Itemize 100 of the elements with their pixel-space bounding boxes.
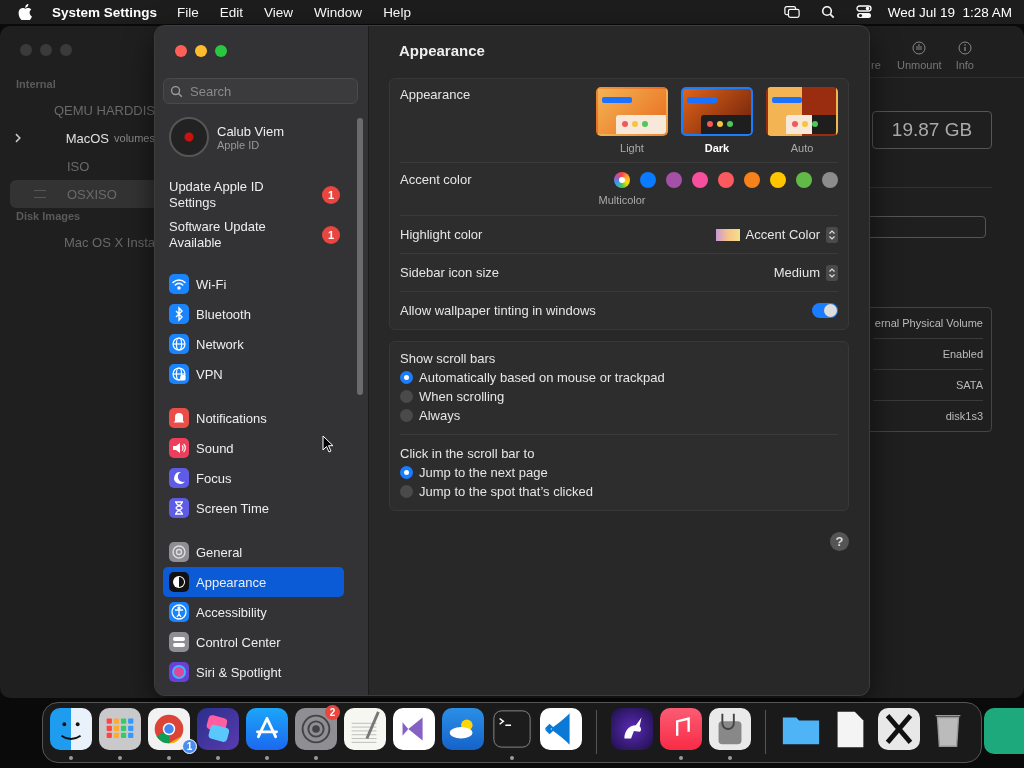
progress-badge: 1 bbox=[182, 739, 197, 754]
appearance-option[interactable] bbox=[766, 87, 838, 136]
terminal-icon[interactable] bbox=[491, 708, 533, 750]
accent-name: Multicolor bbox=[598, 194, 646, 206]
app-store-icon[interactable] bbox=[246, 708, 288, 750]
popup-button[interactable]: Accent Color bbox=[745, 227, 820, 242]
app-grid-icon[interactable] bbox=[99, 708, 141, 750]
volume-item[interactable]: MacOS volumes bbox=[10, 124, 155, 152]
color-swatch[interactable] bbox=[692, 172, 708, 188]
code-icon[interactable] bbox=[540, 708, 582, 750]
layers-icon[interactable] bbox=[197, 708, 239, 750]
sidebar-item[interactable]: Siri & Spotlight bbox=[163, 657, 344, 687]
scrollbar-thumb[interactable] bbox=[357, 118, 363, 395]
windows-icon[interactable] bbox=[783, 5, 800, 19]
sidebar-item[interactable]: Screen Time bbox=[163, 493, 344, 523]
notification-badge: 1 bbox=[322, 186, 340, 204]
browser-icon[interactable] bbox=[148, 708, 190, 750]
sidebar-item[interactable]: Control Center bbox=[163, 627, 344, 657]
toggles-icon[interactable] bbox=[855, 5, 872, 19]
sidebar-item[interactable]: Notifications bbox=[163, 403, 344, 433]
minimize-button[interactable] bbox=[195, 45, 207, 57]
color-swatch[interactable] bbox=[822, 172, 838, 188]
hourglass-icon bbox=[169, 498, 189, 518]
alert-item[interactable]: Update Apple ID Settings 1 bbox=[163, 177, 360, 213]
color-swatch[interactable] bbox=[718, 172, 734, 188]
radio-button[interactable] bbox=[400, 409, 413, 422]
face-icon[interactable] bbox=[50, 708, 92, 750]
chevron-icon[interactable] bbox=[14, 133, 22, 143]
wifi-icon bbox=[169, 274, 189, 294]
stethoscope-icon[interactable] bbox=[709, 708, 751, 750]
color-swatch[interactable] bbox=[770, 172, 786, 188]
menu-item[interactable]: Help bbox=[383, 4, 411, 20]
info-icon[interactable] bbox=[957, 41, 972, 55]
cloud-icon[interactable] bbox=[442, 708, 484, 750]
radio-label[interactable]: When scrolling bbox=[419, 389, 505, 404]
app-menu[interactable]: System Settings bbox=[52, 4, 158, 20]
music-note-icon[interactable] bbox=[660, 708, 702, 750]
notepad-icon[interactable] bbox=[344, 708, 386, 750]
color-swatch[interactable] bbox=[744, 172, 760, 188]
capacity-value: 19.87 GB bbox=[872, 111, 992, 149]
sidebar-item[interactable]: Appearance bbox=[163, 567, 344, 597]
sidebar-item[interactable]: Accessibility bbox=[163, 597, 344, 627]
sidebar-item[interactable]: VPN bbox=[163, 359, 344, 389]
eject-icon[interactable] bbox=[912, 41, 927, 55]
globe-icon bbox=[169, 334, 189, 354]
clock[interactable]: Wed Jul 19 1:28 AM bbox=[887, 4, 1012, 20]
notification-badge: 2 bbox=[325, 705, 340, 720]
editor-icon[interactable] bbox=[393, 708, 435, 750]
menu-item[interactable]: Window bbox=[314, 4, 363, 20]
sidebar-item[interactable]: Bluetooth bbox=[163, 299, 344, 329]
menu-item[interactable]: View bbox=[264, 4, 294, 20]
cross-icon[interactable] bbox=[878, 708, 920, 750]
unicorn-icon[interactable] bbox=[611, 708, 653, 750]
radio-label[interactable]: Jump to the spot that’s clicked bbox=[419, 484, 593, 499]
alert-item[interactable]: Software Update Available 1 bbox=[163, 217, 360, 253]
volume-name: ISO bbox=[67, 158, 90, 174]
bluetooth-icon bbox=[169, 304, 189, 324]
sidebar-item[interactable]: Sound bbox=[163, 433, 344, 463]
multicolor-swatch[interactable] bbox=[614, 172, 630, 188]
info-value: SATA bbox=[955, 379, 983, 391]
gear-icon[interactable] bbox=[295, 708, 337, 750]
radio-button[interactable] bbox=[400, 371, 413, 384]
toggle-switch[interactable] bbox=[812, 303, 838, 318]
stepper-icon[interactable] bbox=[826, 264, 838, 281]
setting-label: Appearance bbox=[400, 87, 471, 102]
search-field[interactable]: Search bbox=[163, 78, 358, 104]
account-item[interactable]: Calub Viem Apple ID bbox=[163, 104, 360, 157]
help-button[interactable]: ? bbox=[830, 532, 849, 551]
toolbar-label[interactable]: Unmount bbox=[897, 59, 942, 71]
radio-label[interactable]: Automatically based on mouse or trackpad bbox=[419, 370, 665, 385]
toolbar-label[interactable]: Info bbox=[955, 59, 974, 71]
popup-button[interactable]: Medium bbox=[773, 265, 820, 280]
search-icon[interactable] bbox=[819, 5, 836, 19]
setting-label: Accent color bbox=[400, 172, 472, 187]
color-swatch-icon bbox=[715, 228, 740, 241]
sidebar-item[interactable]: Wi-Fi bbox=[163, 269, 344, 299]
stepper-icon[interactable] bbox=[826, 226, 838, 243]
setting-label: Click in the scroll bar to bbox=[400, 446, 536, 461]
orb-icon bbox=[169, 662, 189, 682]
moon-icon bbox=[169, 468, 189, 488]
sidebar-item[interactable]: General bbox=[163, 537, 344, 567]
radio-button[interactable] bbox=[400, 390, 413, 403]
menu-item[interactable]: File bbox=[177, 4, 199, 20]
setting-label: Show scroll bars bbox=[400, 351, 497, 366]
radio-label[interactable]: Always bbox=[419, 408, 461, 423]
person-icon bbox=[169, 602, 189, 622]
radio-label[interactable]: Jump to the next page bbox=[419, 465, 548, 480]
radio-button[interactable] bbox=[400, 485, 413, 498]
close-button[interactable] bbox=[175, 45, 187, 57]
zoom-button[interactable] bbox=[215, 45, 227, 57]
menu-item[interactable]: Edit bbox=[219, 4, 244, 20]
sidebar-item[interactable]: Focus bbox=[163, 463, 344, 493]
color-swatch[interactable] bbox=[796, 172, 812, 188]
color-swatch[interactable] bbox=[666, 172, 682, 188]
sidebar-item[interactable]: Network bbox=[163, 329, 344, 359]
radio-button[interactable] bbox=[400, 466, 413, 479]
option-label: Auto bbox=[790, 142, 814, 154]
apple-logo-icon[interactable] bbox=[18, 4, 32, 20]
setting-label: Highlight color bbox=[400, 227, 483, 242]
color-swatch[interactable] bbox=[640, 172, 656, 188]
